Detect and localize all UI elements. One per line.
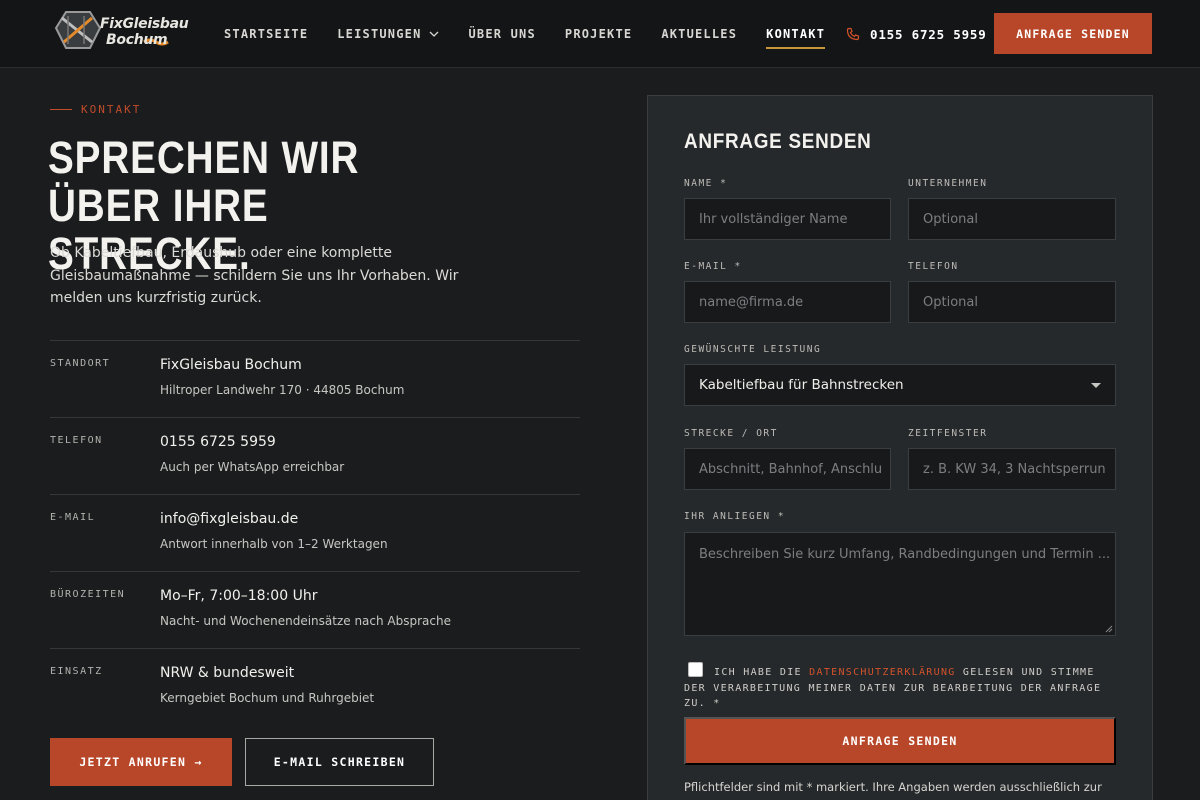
service-select-value: Kabeltiefbau für Bahnstrecken (699, 377, 904, 393)
info-label: EINSATZ (50, 666, 103, 677)
timeframe-input[interactable]: z. B. KW 34, 3 Nachtsperrun (908, 448, 1116, 490)
info-value: NRW & bundesweit (160, 665, 295, 681)
info-label: E-MAIL (50, 512, 96, 523)
nav-item-label: LEISTUNGEN (337, 27, 422, 41)
consent-text: ICH HABE DIE DATENSCHUTZERKLÄRUNG GELESE… (684, 665, 1120, 712)
phone-label: TELEFON (908, 261, 959, 272)
nav-item-projekte[interactable]: PROJEKTE (565, 0, 632, 68)
chevron-down-icon (429, 31, 438, 37)
service-select[interactable]: Kabeltiefbau für Bahnstrecken (684, 364, 1116, 406)
header-phone-link[interactable]: 0155 6725 5959 (846, 0, 987, 68)
info-value[interactable]: 0155 6725 5959 (160, 434, 276, 450)
info-value: Mo–Fr, 7:00–18:00 Uhr (160, 588, 318, 604)
info-label: STANDORT (50, 358, 111, 369)
info-label: TELEFON (50, 435, 103, 446)
company-label: UNTERNEHMEN (908, 178, 988, 189)
info-sub: Kerngebiet Bochum und Ruhrgebiet (160, 691, 375, 705)
call-now-button[interactable]: JETZT ANRUFEN → (50, 738, 232, 786)
nav-item-aktuelles[interactable]: AKTUELLES (661, 0, 737, 68)
phone-icon (846, 27, 860, 41)
intro-text: Ob Kabeltiefbau, Erdaushub oder eine kom… (50, 245, 459, 306)
logo-line1: FixGleisbau (100, 16, 189, 32)
info-row-email: E-MAIL info@fixgleisbau.de Antwort inner… (50, 494, 580, 571)
resize-handle-icon[interactable] (1105, 625, 1113, 633)
info-sub: Nacht- und Wochenendeinsätze nach Abspra… (160, 614, 451, 628)
nav-item-ueber-uns[interactable]: ÜBER UNS (469, 0, 536, 68)
form-title: ANFRAGE SENDEN (684, 130, 872, 153)
message-placeholder: Beschreiben Sie kurz Umfang, Randbedingu… (699, 547, 1111, 562)
header-phone-number: 0155 6725 5959 (870, 26, 987, 42)
eyebrow-dash (50, 109, 72, 110)
privacy-policy-link[interactable]: DATENSCHUTZERKLÄRUNG (809, 667, 955, 678)
required-fields-note: Pflichtfelder sind mit * markiert. Ihre … (684, 780, 1102, 794)
info-row-buerozeiten: BÜROZEITEN Mo–Fr, 7:00–18:00 Uhr Nacht- … (50, 571, 580, 648)
write-email-button[interactable]: E-MAIL SCHREIBEN (245, 738, 434, 786)
route-label: STRECKE / ORT (684, 428, 778, 439)
contact-info-list: STANDORT FixGleisbau Bochum Hiltroper La… (50, 340, 580, 725)
info-label: BÜROZEITEN (50, 589, 126, 600)
header-request-button[interactable]: ANFRAGE SENDEN (994, 13, 1152, 54)
request-form-panel: ANFRAGE SENDEN NAME * Ihr vollständiger … (647, 95, 1153, 800)
site-logo[interactable]: FixGleisbau Bochum (52, 8, 189, 56)
info-sub: Hiltroper Landwehr 170 · 44805 Bochum (160, 383, 405, 397)
name-input[interactable]: Ihr vollständiger Name (684, 198, 891, 240)
phone-input[interactable]: Optional (908, 281, 1116, 323)
timeframe-label: ZEITFENSTER (908, 428, 988, 439)
site-header: FixGleisbau Bochum STARTSEITE LEISTUNGEN… (0, 0, 1200, 68)
email-label: E-MAIL * (684, 261, 742, 272)
info-sub: Antwort innerhalb von 1–2 Werktagen (160, 537, 388, 551)
caret-down-icon (1091, 382, 1101, 388)
consent-pre: ICH HABE DIE (714, 667, 810, 678)
service-label: GEWÜNSCHTE LEISTUNG (684, 344, 822, 355)
logo-line2: Bochum (106, 32, 168, 48)
nav-item-startseite[interactable]: STARTSEITE (224, 0, 308, 68)
nav-item-kontakt[interactable]: KONTAKT (766, 0, 826, 68)
main-nav: STARTSEITE LEISTUNGEN ÜBER UNS PROJEKTE … (224, 0, 854, 68)
message-label: IHR ANLIEGEN * (684, 511, 786, 522)
message-textarea[interactable]: Beschreiben Sie kurz Umfang, Randbedingu… (684, 532, 1116, 636)
route-input[interactable]: Abschnitt, Bahnhof, Anschlu (684, 448, 891, 490)
company-input[interactable]: Optional (908, 198, 1116, 240)
info-row-standort: STANDORT FixGleisbau Bochum Hiltroper La… (50, 340, 580, 417)
eyebrow-label: KONTAKT (81, 103, 142, 116)
info-row-telefon: TELEFON 0155 6725 5959 Auch per WhatsApp… (50, 417, 580, 494)
info-row-einsatz: EINSATZ NRW & bundesweit Kerngebiet Boch… (50, 648, 580, 725)
info-value[interactable]: info@fixgleisbau.de (160, 511, 298, 527)
nav-item-leistungen[interactable]: LEISTUNGEN (337, 0, 439, 68)
submit-request-button[interactable]: ANFRAGE SENDEN (684, 717, 1116, 765)
info-sub: Auch per WhatsApp erreichbar (160, 460, 345, 474)
name-label: NAME * (684, 178, 728, 189)
info-value: FixGleisbau Bochum (160, 357, 302, 373)
section-eyebrow: KONTAKT (50, 103, 141, 116)
email-input[interactable]: name@firma.de (684, 281, 891, 323)
